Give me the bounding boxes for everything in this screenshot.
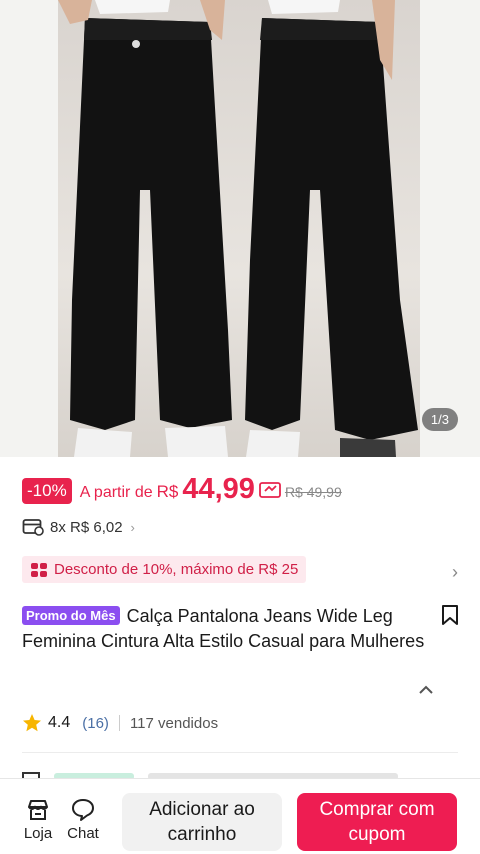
bookmark-icon[interactable] [440, 604, 460, 626]
chat-icon [72, 799, 94, 821]
section-divider [22, 752, 458, 753]
ticket-icon [31, 562, 47, 577]
star-icon [23, 714, 41, 732]
card-icon [22, 519, 44, 536]
bottom-action-bar: Loja Chat Adicionar ao carrinho Comprar … [0, 778, 480, 854]
price-value: 44,99 [182, 473, 255, 505]
installments-row[interactable]: 8x R$ 6,02 › [22, 518, 135, 536]
shop-nav-button[interactable]: Loja [16, 797, 60, 842]
price-currency: R$ [156, 482, 179, 501]
old-price: R$ 49,99 [284, 484, 342, 500]
rating-row[interactable]: 4.4 (16) 117 vendidos [22, 713, 218, 733]
discount-promo-strip[interactable]: Desconto de 10%, máximo de R$ 25 [22, 556, 307, 583]
discount-badge: -10% [22, 478, 72, 504]
rating-separator [118, 715, 120, 731]
buy-with-coupon-button[interactable]: Comprar com cupom [297, 793, 457, 851]
product-image[interactable]: 1/3 [0, 0, 480, 457]
add-to-cart-button[interactable]: Adicionar ao carrinho [122, 793, 282, 851]
rating-score: 4.4 [48, 714, 71, 731]
coupon-icon [259, 482, 281, 498]
product-photo-illustration [58, 0, 418, 457]
price-from-label: A partir de [79, 484, 153, 501]
price-row: -10% A partir de R$ 44,99 R$ 49,99 [22, 474, 342, 504]
sold-count: 117 vendidos [129, 714, 219, 732]
image-counter: 1/3 [421, 408, 458, 431]
chat-nav-button[interactable]: Chat [61, 797, 105, 842]
review-count[interactable]: (16) [82, 715, 109, 732]
product-title-block: Promo do Mês Calça Pantalona Jeans Wide … [22, 604, 462, 654]
store-icon [28, 800, 48, 820]
chevron-up-icon[interactable] [418, 682, 434, 698]
promo-month-tag: Promo do Mês [22, 606, 120, 625]
chat-label: Chat [67, 825, 99, 842]
promo-chevron[interactable]: › [452, 562, 458, 583]
shop-label: Loja [23, 825, 53, 842]
installments-text: 8x R$ 6,02 [50, 518, 123, 536]
installments-chevron: › [130, 519, 135, 535]
promo-text: Desconto de 10%, máximo de R$ 25 [54, 561, 299, 578]
